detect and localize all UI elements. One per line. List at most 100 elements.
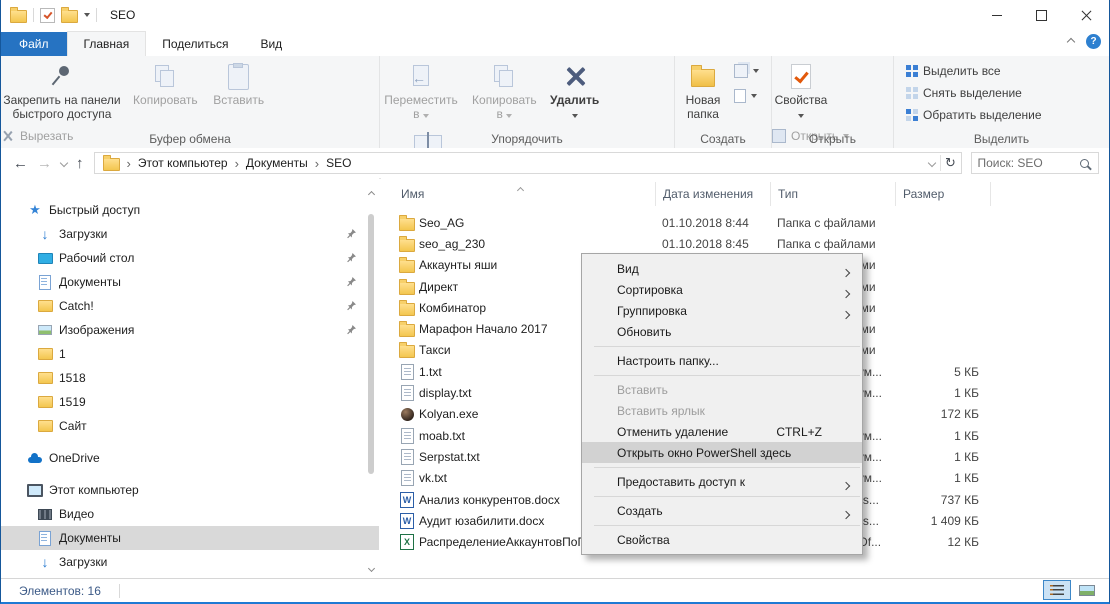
file-size: 1 КБ — [894, 450, 984, 464]
file-size: 1 КБ — [894, 386, 984, 400]
sidebar-item-изображения[interactable]: Изображения — [1, 318, 379, 342]
sidebar-item-onedrive[interactable]: OneDrive — [1, 446, 379, 470]
select-none-button[interactable]: Снять выделение — [906, 85, 1042, 101]
file-row[interactable]: seo_ag_230 01.10.2018 8:45 Папка с файла… — [381, 233, 1109, 254]
breadcrumb-documents[interactable]: Документы — [246, 156, 308, 170]
sidebar-item-видео[interactable]: Видео — [1, 502, 379, 526]
new-folder-qat-icon[interactable] — [61, 10, 78, 23]
separator — [96, 8, 97, 22]
new-folder-button[interactable]: Новая папка — [675, 56, 731, 121]
context-menu-item: Вставить — [582, 379, 862, 400]
delete-icon — [563, 64, 587, 88]
thumbnails-view-button[interactable] — [1073, 580, 1101, 600]
status-bar: Элементов: 16 — [1, 578, 1109, 602]
search-icon[interactable] — [1080, 159, 1089, 168]
select-all-button[interactable]: Выделить все — [906, 63, 1042, 79]
file-size: 172 КБ — [894, 407, 984, 421]
tab-view[interactable]: Вид — [244, 32, 298, 56]
pictures-icon — [37, 322, 53, 338]
sidebar-item-label: Рабочий стол — [59, 251, 134, 265]
folder-s-icon — [37, 346, 53, 362]
scroll-up-icon[interactable] — [367, 190, 375, 198]
sidebar-item-загрузки[interactable]: Загрузки — [1, 550, 379, 574]
menu-item-shortcut: CTRL+Z — [776, 425, 822, 439]
address-box[interactable]: › Этот компьютер › Документы › SEO ↻ — [94, 152, 962, 174]
txt-file-icon — [399, 364, 415, 380]
details-view-button[interactable] — [1043, 580, 1071, 600]
sidebar-item-label: Сайт — [59, 419, 87, 433]
tab-file[interactable]: Файл — [1, 32, 67, 56]
maximize-button[interactable] — [1019, 0, 1064, 30]
back-button[interactable]: ← — [13, 155, 28, 172]
context-menu-item[interactable]: Обновить — [582, 321, 862, 342]
sidebar-item-label: Документы — [59, 275, 121, 289]
up-button[interactable]: ↑ — [76, 155, 84, 172]
context-menu-item[interactable]: Создать — [582, 500, 862, 521]
invert-selection-icon — [906, 109, 918, 121]
properties-button[interactable]: Свойства — [772, 56, 830, 121]
computer-icon — [27, 482, 43, 498]
context-menu-item[interactable]: Вид — [582, 258, 862, 279]
sidebar-item-загрузки[interactable]: Загрузки — [1, 222, 379, 246]
separator — [119, 584, 120, 598]
column-header-date[interactable]: Дата изменения — [656, 182, 771, 206]
context-menu-item[interactable]: Свойства — [582, 529, 862, 550]
tab-share[interactable]: Поделиться — [146, 32, 244, 56]
file-type: Папка с файлами — [769, 216, 894, 230]
file-row[interactable]: Seo_AG 01.10.2018 8:44 Папка с файлами — [381, 212, 1109, 233]
tab-home[interactable]: Главная — [67, 31, 147, 56]
address-dropdown-icon[interactable] — [924, 160, 940, 166]
sidebar-item-1[interactable]: 1 — [1, 342, 379, 366]
folder-s-icon — [37, 394, 53, 410]
pin-to-quick-access-button[interactable]: Закрепить на панели быстрого доступа — [1, 56, 123, 121]
properties-qat-icon[interactable] — [40, 8, 55, 23]
sidebar-item-рабочий-стол[interactable]: Рабочий стол — [1, 246, 379, 270]
sidebar-item-catch-[interactable]: Catch! — [1, 294, 379, 318]
column-header-name[interactable]: Имя — [381, 182, 656, 206]
scroll-down-icon[interactable] — [367, 564, 375, 572]
context-menu-item[interactable]: Предоставить доступ к — [582, 471, 862, 492]
column-header-size[interactable]: Размер — [896, 182, 991, 206]
context-menu-item[interactable]: Группировка — [582, 300, 862, 321]
sidebar-item-документы[interactable]: Документы — [1, 526, 379, 550]
create-small-buttons — [734, 56, 759, 104]
search-box — [971, 152, 1099, 174]
breadcrumb-this-pc[interactable]: Этот компьютер — [138, 156, 228, 170]
sidebar-item-документы[interactable]: Документы — [1, 270, 379, 294]
refresh-icon[interactable]: ↻ — [940, 155, 961, 171]
delete-button[interactable]: Удалить — [547, 56, 603, 121]
help-icon[interactable]: ? — [1086, 34, 1101, 49]
file-type: Папка с файлами — [769, 237, 894, 251]
search-input[interactable] — [972, 156, 1080, 170]
breadcrumb-seo[interactable]: SEO — [326, 156, 351, 170]
close-button[interactable] — [1064, 0, 1109, 30]
desktop-icon — [37, 250, 53, 266]
group-select: Выделить все Снять выделение Обратить вы… — [894, 56, 1109, 148]
recent-locations-icon[interactable] — [60, 159, 68, 167]
sidebar-item-этот-компьютер[interactable]: Этот компьютер — [1, 478, 379, 502]
sidebar-scrollbar[interactable] — [365, 178, 377, 578]
document-s-icon — [37, 274, 53, 290]
collapse-ribbon-icon[interactable] — [1067, 37, 1075, 45]
invert-selection-button[interactable]: Обратить выделение — [906, 107, 1042, 123]
paste-icon — [228, 64, 249, 90]
separator — [33, 8, 34, 22]
sidebar-item-1518[interactable]: 1518 — [1, 366, 379, 390]
sidebar-item-label: Изображения — [59, 323, 134, 337]
window-folder-icon — [10, 10, 27, 23]
new-item-button[interactable] — [734, 88, 759, 104]
context-menu-item[interactable]: Настроить папку... — [582, 350, 862, 371]
context-menu-item[interactable]: Открыть окно PowerShell здесь — [582, 442, 862, 463]
file-date: 01.10.2018 8:45 — [654, 237, 769, 251]
context-menu-item[interactable]: Отменить удаление CTRL+Z — [582, 421, 862, 442]
qat-customize-caret-icon[interactable] — [84, 13, 90, 17]
minimize-button[interactable] — [974, 0, 1019, 30]
sidebar-item-сайт[interactable]: Сайт — [1, 414, 379, 438]
sidebar-item-1519[interactable]: 1519 — [1, 390, 379, 414]
scrollbar-thumb[interactable] — [368, 214, 374, 474]
context-menu-item[interactable]: Сортировка — [582, 279, 862, 300]
sidebar-item-быстрый-доступ[interactable]: Быстрый доступ — [1, 198, 379, 222]
select-all-icon — [906, 65, 918, 77]
easy-access-button[interactable] — [734, 63, 759, 79]
column-header-type[interactable]: Тип — [771, 182, 896, 206]
